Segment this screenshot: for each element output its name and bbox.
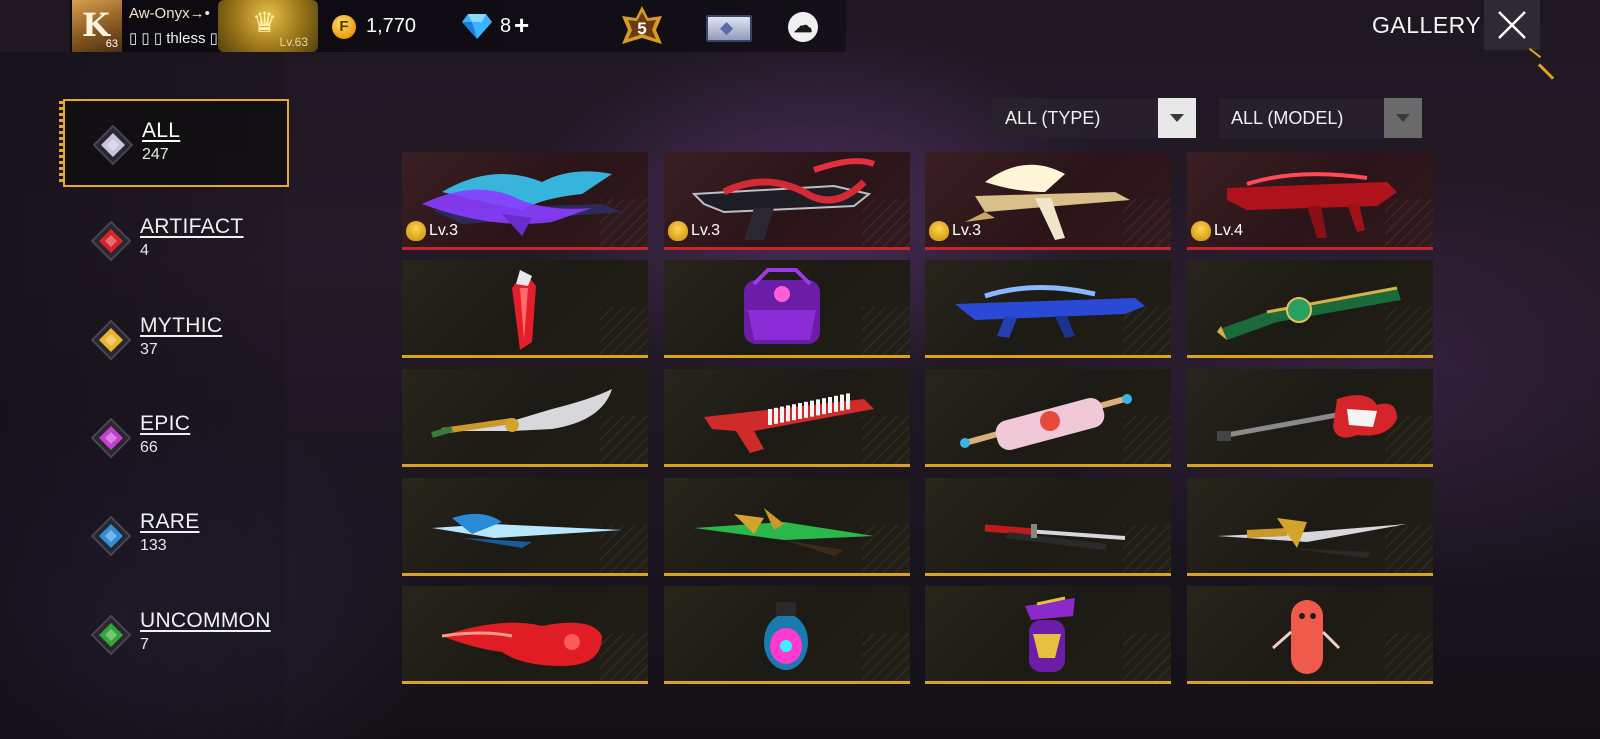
gallery-item-dragon-rifle[interactable]: Lv.3 bbox=[402, 152, 648, 250]
item-level-badge: Lv.3 bbox=[668, 221, 720, 241]
rarity-diamond-icon bbox=[91, 221, 131, 261]
gallery-item-serpent-rifle[interactable]: Lv.3 bbox=[664, 152, 910, 250]
item-level-label: Lv.3 bbox=[952, 222, 982, 239]
player-level-badge[interactable]: ♛ Lv.63 bbox=[218, 0, 318, 52]
category-all[interactable]: ALL 247 bbox=[59, 99, 289, 187]
player-avatar[interactable]: K 63 bbox=[72, 0, 122, 52]
close-icon bbox=[1498, 11, 1526, 39]
gold-coin-icon: F bbox=[332, 15, 356, 39]
type-filter-dropdown[interactable]: ALL (TYPE) bbox=[993, 98, 1196, 138]
gallery-item-blue-rifle[interactable] bbox=[925, 260, 1171, 358]
rank-number: 5 bbox=[637, 19, 646, 38]
gallery-item-golden-scimitar[interactable] bbox=[402, 369, 648, 467]
page-title: GALLERY bbox=[1372, 12, 1482, 38]
rarity-diamond-icon bbox=[91, 320, 131, 360]
gallery-item-purple-grenade[interactable] bbox=[925, 586, 1171, 684]
chevron-down-icon[interactable] bbox=[1158, 98, 1196, 138]
category-rare[interactable]: RARE 133 bbox=[63, 492, 289, 580]
level-shield-icon bbox=[1191, 221, 1211, 241]
diamond-icon bbox=[462, 14, 492, 39]
gallery-item-neon-grenade[interactable] bbox=[664, 586, 910, 684]
item-level-badge: Lv.4 bbox=[1191, 221, 1243, 241]
gallery-item-keytar[interactable] bbox=[664, 369, 910, 467]
rarity-diamond-icon bbox=[93, 125, 133, 165]
gallery-item-golden-katana[interactable] bbox=[1187, 478, 1433, 576]
red-katana-icon bbox=[984, 524, 1126, 550]
item-level-label: Lv.4 bbox=[1214, 222, 1244, 239]
golden-scimitar-icon bbox=[431, 389, 612, 438]
add-diamonds-button[interactable]: + bbox=[514, 10, 529, 41]
category-label: MYTHIC bbox=[140, 314, 223, 337]
corner-decoration bbox=[1537, 63, 1555, 80]
item-grid: Lv.3 Lv.3 Lv.3 Lv.4 bbox=[402, 152, 1435, 684]
diamond-amount: 8 bbox=[500, 15, 512, 37]
model-filter-dropdown[interactable]: ALL (MODEL) bbox=[1219, 98, 1422, 138]
category-count: 7 bbox=[140, 636, 149, 653]
gallery-item-purple-backpack[interactable] bbox=[664, 260, 910, 358]
gallery-item-electric-guitar[interactable] bbox=[1187, 369, 1433, 467]
gallery-item-ice-katana[interactable] bbox=[402, 478, 648, 576]
rank-badge-icon[interactable]: 5 bbox=[618, 4, 666, 48]
category-mythic[interactable]: MYTHIC 37 bbox=[63, 296, 289, 384]
category-label: ALL bbox=[142, 119, 181, 142]
category-count: 247 bbox=[142, 146, 169, 163]
jade-blade-icon bbox=[694, 508, 874, 556]
level-shield-icon bbox=[668, 221, 688, 241]
purple-backpack-icon bbox=[744, 268, 820, 344]
golden-katana-icon bbox=[1217, 518, 1407, 558]
gallery-item-sausage-grenade[interactable] bbox=[1187, 586, 1433, 684]
category-label: RARE bbox=[140, 510, 200, 533]
category-count: 66 bbox=[140, 439, 158, 456]
jade-shotgun-icon bbox=[1217, 286, 1401, 340]
player-guild: ▯ ▯ ▯ thless ▯ bbox=[129, 30, 218, 47]
gallery-item-crimson-smg[interactable]: Lv.4 bbox=[1187, 152, 1433, 250]
rolling-pin-icon bbox=[960, 394, 1132, 451]
neon-grenade-icon bbox=[764, 602, 808, 670]
red-flame-fist-icon bbox=[441, 622, 602, 666]
keytar-icon bbox=[704, 393, 874, 453]
rarity-diamond-icon bbox=[91, 516, 131, 556]
purple-grenade-icon bbox=[1025, 596, 1075, 672]
gallery-item-red-flame-fist[interactable] bbox=[402, 586, 648, 684]
type-filter-label: ALL (TYPE) bbox=[1005, 108, 1101, 128]
gold-amount: 1,770 bbox=[366, 15, 417, 37]
rarity-diamond-icon bbox=[91, 615, 131, 655]
level-shield-icon bbox=[406, 221, 426, 241]
ice-katana-icon bbox=[432, 513, 622, 548]
red-crystal-icon bbox=[512, 270, 536, 350]
gallery-item-jade-shotgun[interactable] bbox=[1187, 260, 1433, 358]
sausage-grenade-icon bbox=[1272, 600, 1341, 674]
avatar-level: 63 bbox=[105, 38, 118, 50]
item-level-label: Lv.3 bbox=[429, 222, 459, 239]
crown-icon: ♛ bbox=[252, 7, 278, 38]
category-count: 133 bbox=[140, 537, 167, 554]
category-artifact[interactable]: ARTIFACT 4 bbox=[63, 197, 289, 285]
electric-guitar-icon bbox=[1217, 395, 1397, 441]
item-level-badge: Lv.3 bbox=[929, 221, 981, 241]
category-epic[interactable]: EPIC 66 bbox=[63, 394, 289, 482]
gallery-item-rolling-pin[interactable] bbox=[925, 369, 1171, 467]
category-label: ARTIFACT bbox=[140, 215, 244, 238]
category-count: 4 bbox=[140, 242, 149, 259]
item-level-label: Lv.3 bbox=[691, 222, 721, 239]
level-shield-icon bbox=[929, 221, 949, 241]
category-uncommon[interactable]: UNCOMMON 7 bbox=[63, 591, 289, 679]
gallery-item-jade-blade[interactable] bbox=[664, 478, 910, 576]
cloud-icon[interactable]: ☁ bbox=[788, 12, 818, 42]
gallery-item-red-katana[interactable] bbox=[925, 478, 1171, 576]
player-level-label: Lv.63 bbox=[279, 35, 308, 49]
close-button[interactable] bbox=[1484, 0, 1540, 50]
player-name: Aw-Onyx→• bbox=[129, 5, 210, 22]
item-level-badge: Lv.3 bbox=[406, 221, 458, 241]
chevron-down-icon[interactable] bbox=[1384, 98, 1422, 138]
blue-rifle-icon bbox=[955, 284, 1145, 338]
vip-card-icon[interactable] bbox=[706, 15, 752, 42]
category-label: EPIC bbox=[140, 412, 191, 435]
category-count: 37 bbox=[140, 341, 158, 358]
model-filter-label: ALL (MODEL) bbox=[1231, 108, 1344, 128]
category-label: UNCOMMON bbox=[140, 609, 271, 632]
rarity-diamond-icon bbox=[91, 418, 131, 458]
gallery-item-winged-rifle[interactable]: Lv.3 bbox=[925, 152, 1171, 250]
gallery-item-red-crystal[interactable] bbox=[402, 260, 648, 358]
